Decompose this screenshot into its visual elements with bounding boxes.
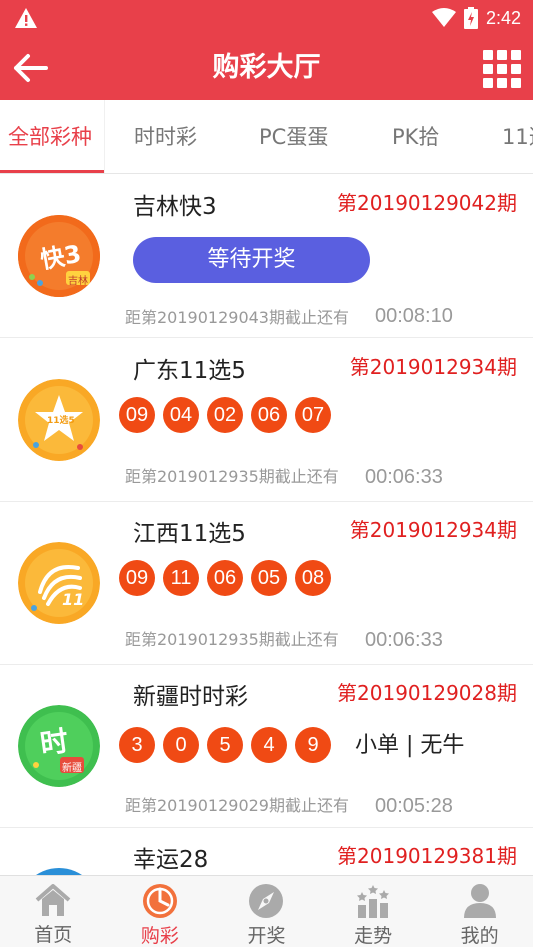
game-list[interactable]: 快3 吉林 吉林快3 第20190129042期 等待开奖 距第20190129… bbox=[0, 175, 533, 875]
grid-menu-button[interactable] bbox=[481, 48, 521, 88]
number-ball: 04 bbox=[163, 397, 199, 433]
back-button[interactable] bbox=[8, 46, 52, 90]
battery-icon bbox=[463, 7, 478, 29]
issue-number: 第20190129381期 bbox=[337, 844, 517, 868]
countdown-timer: 00:06:33 bbox=[365, 629, 443, 651]
game-row-xinjiang-ssc[interactable]: 时 新疆 新疆时时彩 第20190129028期 3 0 5 4 9 小单 | … bbox=[0, 665, 533, 828]
result-attributes: 小单 | 无牛 bbox=[355, 733, 465, 758]
deadline-text: 距第20190129043期截止还有 bbox=[125, 308, 349, 327]
page-title: 购彩大厅 bbox=[212, 52, 321, 83]
number-ball: 3 bbox=[119, 727, 155, 763]
logo-subtext: 新疆 bbox=[62, 763, 82, 774]
logo-text: 11选5 bbox=[47, 416, 75, 426]
issue-number: 第2019012934期 bbox=[349, 518, 517, 542]
wifi-icon bbox=[431, 8, 456, 27]
number-ball: 08 bbox=[295, 560, 331, 596]
issue-number: 第2019012934期 bbox=[349, 355, 517, 379]
number-ball: 05 bbox=[251, 560, 287, 596]
number-ball: 07 bbox=[295, 397, 331, 433]
number-ball: 02 bbox=[207, 397, 243, 433]
countdown-timer: 00:06:33 bbox=[365, 466, 443, 488]
game-name: 幸运28 bbox=[133, 847, 209, 873]
nav-label: 开奖 bbox=[247, 925, 286, 947]
bottom-navigation: 首页 购彩 开奖 走势 我的 bbox=[0, 875, 533, 947]
number-ball: 9 bbox=[295, 727, 331, 763]
draw-numbers: 09 11 06 05 08 bbox=[119, 560, 331, 596]
tab-pk10[interactable]: PK拾 bbox=[392, 100, 439, 173]
game-row-lucky-28[interactable]: 幸运28 第20190129381期 bbox=[0, 828, 533, 875]
tab-11x5[interactable]: 11选5 bbox=[502, 100, 533, 173]
nav-profile[interactable]: 我的 bbox=[426, 876, 533, 947]
draw-numbers: 3 0 5 4 9 bbox=[119, 727, 331, 763]
countdown-timer: 00:05:28 bbox=[375, 795, 453, 817]
logo-text: 时 bbox=[38, 724, 71, 761]
number-ball: 09 bbox=[119, 560, 155, 596]
active-tab-indicator bbox=[0, 170, 104, 173]
jiangxi-11x5-logo: 11 bbox=[18, 542, 100, 624]
xinjiang-ssc-logo: 时 新疆 bbox=[18, 705, 100, 787]
nav-draw-results[interactable]: 开奖 bbox=[213, 876, 320, 947]
nav-trend[interactable]: 走势 bbox=[320, 876, 427, 947]
app-bar: 购彩大厅 bbox=[0, 36, 533, 100]
deadline-text: 距第2019012935期截止还有 bbox=[125, 467, 339, 486]
game-row-guangdong-11x5[interactable]: 11选5 广东11选5 第2019012934期 09 04 02 06 07 … bbox=[0, 339, 533, 502]
user-icon bbox=[462, 883, 498, 919]
logo-text: 11 bbox=[62, 590, 85, 609]
compass-icon bbox=[248, 883, 284, 919]
home-icon bbox=[35, 883, 71, 918]
number-ball: 4 bbox=[251, 727, 287, 763]
nav-lottery[interactable]: 购彩 bbox=[107, 876, 214, 947]
game-row-jilin-k3[interactable]: 快3 吉林 吉林快3 第20190129042期 等待开奖 距第20190129… bbox=[0, 175, 533, 338]
game-name: 江西11选5 bbox=[133, 521, 246, 547]
await-draw-button[interactable]: 等待开奖 bbox=[133, 237, 370, 283]
tab-all[interactable]: 全部彩种 bbox=[8, 100, 92, 173]
trend-icon bbox=[355, 883, 391, 919]
game-name: 广东11选5 bbox=[133, 358, 246, 384]
countdown-timer: 00:08:10 bbox=[375, 305, 453, 327]
game-row-jiangxi-11x5[interactable]: 11 江西11选5 第2019012934期 09 11 06 05 08 距第… bbox=[0, 502, 533, 665]
tab-pc-egg[interactable]: PC蛋蛋 bbox=[259, 100, 328, 173]
nav-home[interactable]: 首页 bbox=[0, 876, 107, 947]
number-ball: 09 bbox=[119, 397, 155, 433]
lucky-28-logo bbox=[18, 868, 100, 875]
warning-icon bbox=[15, 8, 37, 28]
category-tabs: 全部彩种 时时彩 PC蛋蛋 PK拾 11选5 bbox=[0, 100, 533, 174]
deadline-text: 距第20190129029期截止还有 bbox=[125, 796, 349, 815]
issue-number: 第20190129042期 bbox=[337, 191, 517, 215]
nav-label: 首页 bbox=[34, 924, 73, 946]
number-ball: 11 bbox=[163, 560, 199, 596]
issue-number: 第20190129028期 bbox=[337, 681, 517, 705]
grid-icon bbox=[483, 50, 493, 60]
number-ball: 5 bbox=[207, 727, 243, 763]
number-ball: 0 bbox=[163, 727, 199, 763]
nav-label: 购彩 bbox=[140, 925, 179, 947]
status-bar: 2:42 bbox=[0, 0, 533, 36]
nav-label: 走势 bbox=[354, 925, 393, 947]
arrow-left-icon bbox=[14, 54, 48, 82]
logo-subtext: 吉林 bbox=[68, 276, 88, 287]
nav-label: 我的 bbox=[460, 925, 499, 947]
guangdong-11x5-logo: 11选5 bbox=[18, 379, 100, 461]
logo-text: 快3 bbox=[38, 239, 84, 275]
jilin-k3-logo: 快3 吉林 bbox=[18, 215, 100, 297]
number-ball: 06 bbox=[251, 397, 287, 433]
draw-numbers: 09 04 02 06 07 bbox=[119, 397, 331, 433]
number-ball: 06 bbox=[207, 560, 243, 596]
deadline-text: 距第2019012935期截止还有 bbox=[125, 630, 339, 649]
game-name: 吉林快3 bbox=[133, 194, 217, 220]
status-time: 2:42 bbox=[485, 7, 521, 28]
lottery-icon bbox=[142, 883, 178, 919]
tab-ssc[interactable]: 时时彩 bbox=[134, 100, 197, 173]
game-name: 新疆时时彩 bbox=[133, 684, 248, 710]
